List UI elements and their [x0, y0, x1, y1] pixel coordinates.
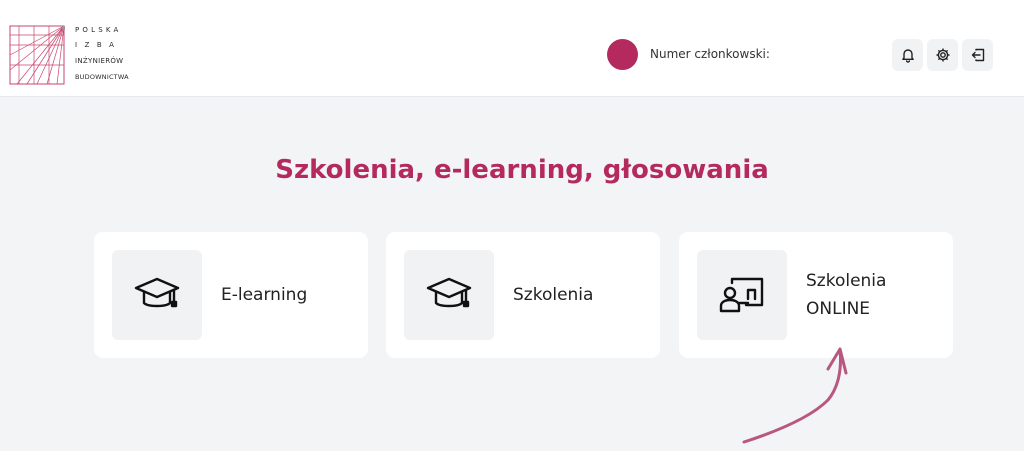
card-e-learning[interactable]: E-learning	[94, 232, 368, 358]
logout-icon	[971, 48, 984, 62]
graduation-cap-icon	[426, 277, 472, 308]
logo-text-line-1: POLSKA	[75, 26, 122, 34]
piib-logo[interactable]: POLSKA IZBA INŻYNIERÓW BUDOWNICTWA	[9, 25, 149, 87]
settings-button[interactable]	[927, 39, 958, 71]
top-header: POLSKA IZBA INŻYNIERÓW BUDOWNICTWA Numer…	[0, 0, 1024, 97]
avatar[interactable]	[607, 39, 638, 70]
logout-button[interactable]	[962, 39, 993, 71]
member-number-label: Numer członkowski:	[650, 47, 770, 61]
logo-text-line-3: INŻYNIERÓW	[75, 57, 124, 65]
logo-text-line-4: BUDOWNICTWA	[75, 73, 129, 81]
notifications-button[interactable]	[892, 39, 923, 71]
graduation-cap-icon	[134, 277, 180, 308]
online-training-icon	[719, 277, 764, 313]
gear-icon	[936, 48, 949, 62]
card-icon-box	[112, 250, 202, 340]
logo-text-line-2: IZBA	[75, 41, 122, 49]
logo-text: POLSKA IZBA INŻYNIERÓW BUDOWNICTWA	[75, 25, 155, 87]
card-label: Szkolenia	[513, 285, 594, 305]
bell-icon	[901, 49, 914, 63]
card-label-line-1: Szkolenia	[806, 271, 887, 291]
logo-mark	[9, 25, 65, 85]
card-label: E-learning	[221, 285, 308, 305]
card-label: Szkolenia ONLINE	[806, 267, 886, 323]
page-title: Szkolenia, e-learning, głosowania	[275, 155, 769, 185]
card-icon-box	[697, 250, 787, 340]
card-szkolenia[interactable]: Szkolenia	[386, 232, 660, 358]
card-icon-box	[404, 250, 494, 340]
card-label-line-2: ONLINE	[806, 299, 871, 319]
pointer-arrow-icon	[742, 347, 848, 444]
